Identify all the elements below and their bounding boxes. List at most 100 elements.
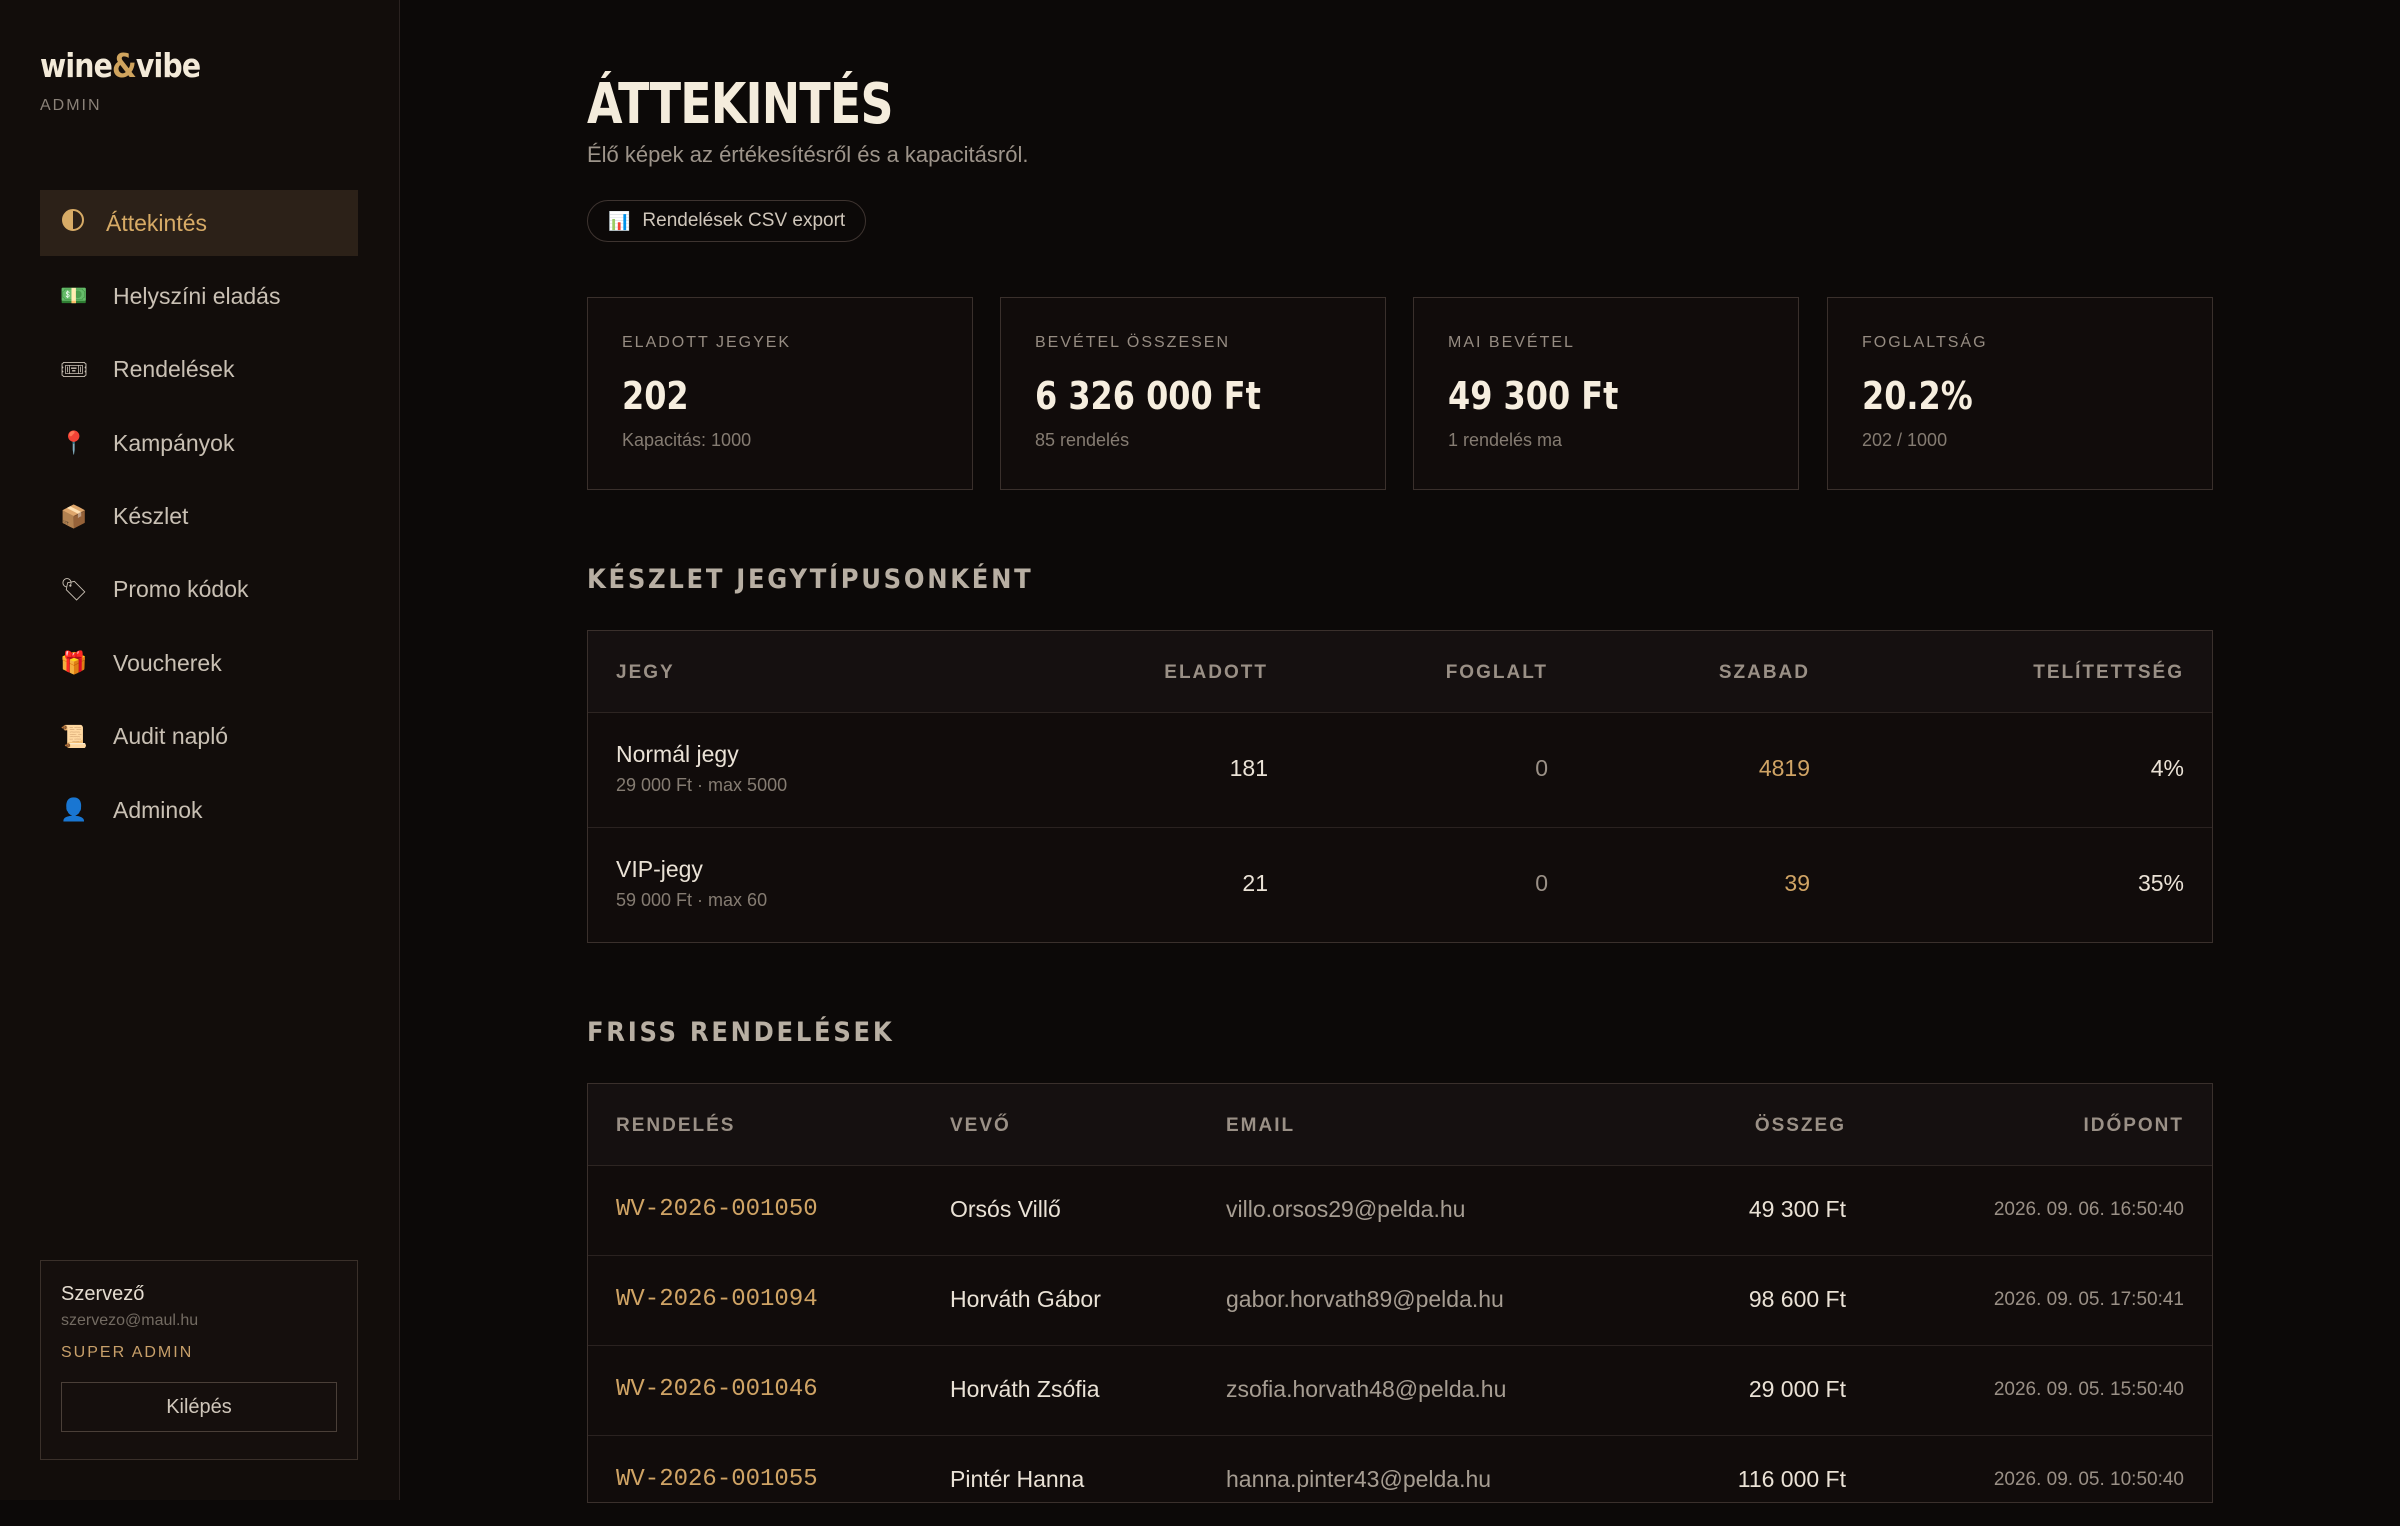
column-header-total: ÖSSZEG [1754, 1115, 1846, 1136]
order-total: 49 300 Ft [1748, 1196, 1846, 1222]
sidebar-item-keszlet[interactable]: 📦 Készlet [40, 484, 358, 550]
sidebar-item-kampanyok[interactable]: 📍 Kampányok [40, 410, 358, 476]
order-time: 2026. 09. 05. 17:50:41 [1993, 1289, 2184, 1310]
order-time: 2026. 09. 06. 16:50:40 [1993, 1199, 2184, 1220]
order-total: 98 600 Ft [1748, 1286, 1846, 1312]
kpi-value: 202 [622, 374, 689, 418]
ticket-detail: 29 000 Ft · max 5000 [616, 775, 788, 795]
cash-icon: 💵 [60, 283, 88, 309]
order-id-link[interactable]: WV-2026-001050 [616, 1196, 818, 1223]
user-email: szervezo@maul.hu [61, 1312, 199, 1329]
orders-section-title: FRISS RENDELÉSEK [587, 1017, 895, 1048]
buyer-email: zsofia.horvath48@pelda.hu [1226, 1376, 1507, 1402]
brand: wine&vibe ADMIN [40, 46, 226, 115]
sidebar-item-label: Audit napló [113, 723, 229, 750]
kpi-value: 49 300 Ft [1448, 374, 1619, 418]
pin-icon: 📍 [60, 430, 88, 456]
kpi-note: 1 rendelés ma [1448, 430, 1563, 450]
sidebar-item-helyszini-eladas[interactable]: 💵 Helyszíni eladás [40, 263, 358, 329]
order-time: 2026. 09. 05. 10:50:40 [1993, 1469, 2184, 1490]
gift-icon: 🎁 [60, 650, 88, 676]
ticket-name: Normál jegy [616, 741, 739, 767]
column-header-time: IDŐPONT [2083, 1115, 2184, 1136]
sold-count: 21 [1242, 870, 1268, 896]
order-total: 116 000 Ft [1737, 1466, 1846, 1492]
table-row[interactable]: Normál jegy 29 000 Ft · max 5000 181 0 4… [588, 713, 2212, 828]
table-row[interactable]: WV-2026-001094 Horváth Gábor gabor.horva… [588, 1256, 2212, 1346]
order-id-link[interactable]: WV-2026-001055 [616, 1466, 818, 1493]
sidebar-item-label: Áttekintés [106, 209, 207, 236]
buyer-email: gabor.horvath89@pelda.hu [1226, 1286, 1504, 1312]
kpi-value: 6 326 000 Ft [1035, 374, 1261, 418]
sold-count: 181 [1229, 755, 1268, 781]
column-header-buyer: VEVŐ [950, 1115, 1011, 1136]
column-header-fill: TELÍTETTSÉG [2033, 662, 2184, 683]
sidebar-item-promo-kodok[interactable]: 🏷 Promo kódok [40, 557, 358, 623]
column-header-sold: ELADOTT [1164, 662, 1268, 683]
free-count: 39 [1784, 870, 1810, 896]
kpi-card-sold-tickets: ELADOTT JEGYEK 202 Kapacitás: 1000 [587, 297, 973, 490]
order-id-link[interactable]: WV-2026-001094 [616, 1286, 818, 1313]
buyer-name: Orsós Villő [950, 1196, 1061, 1222]
kpi-card-today-revenue: MAI BEVÉTEL 49 300 Ft 1 rendelés ma [1413, 297, 1799, 490]
kpi-card-occupancy: FOGLALTSÁG 20.2% 202 / 1000 [1827, 297, 2213, 490]
stock-table: JEGY ELADOTT FOGLALT SZABAD TELÍTETTSÉG … [587, 630, 2213, 943]
buyer-email: villo.orsos29@pelda.hu [1226, 1196, 1466, 1222]
csv-export-button[interactable]: 📊 Rendelések CSV export [587, 200, 867, 242]
table-row[interactable]: VIP-jegy 59 000 Ft · max 60 21 0 39 35% [588, 828, 2212, 942]
sidebar-item-label: Rendelések [113, 356, 235, 383]
ticket-icon: 🎟 [60, 356, 88, 382]
table-row[interactable]: WV-2026-001046 Horváth Zsófia zsofia.hor… [588, 1346, 2212, 1436]
brand-logo[interactable]: wine&vibe [40, 46, 201, 85]
order-time: 2026. 09. 05. 15:50:40 [1993, 1379, 2184, 1400]
ticket-name: VIP-jegy [616, 856, 703, 882]
sidebar-item-label: Voucherek [113, 649, 222, 676]
page-title: ÁTTEKINTÉS [587, 72, 894, 137]
free-count: 4819 [1758, 755, 1810, 781]
kpi-card-total-revenue: BEVÉTEL ÖSSZESEN 6 326 000 Ft 85 rendelé… [1000, 297, 1386, 490]
sidebar-nav: Áttekintés 💵 Helyszíni eladás 🎟 Rendelés… [40, 190, 358, 851]
user-name: Szervező [61, 1283, 145, 1305]
sidebar-item-voucherek[interactable]: 🎁 Voucherek [40, 630, 358, 696]
user-role-badge: SUPER ADMIN [61, 1344, 194, 1361]
column-header-ticket: JEGY [616, 662, 675, 683]
table-row[interactable]: WV-2026-001055 Pintér Hanna hanna.pinter… [588, 1436, 2212, 1526]
chart-icon: 📊 [608, 210, 631, 231]
kpi-note: Kapacitás: 1000 [622, 430, 752, 450]
order-id-link[interactable]: WV-2026-001046 [616, 1376, 818, 1403]
buyer-name: Pintér Hanna [950, 1466, 1085, 1492]
sidebar-item-audit-naplo[interactable]: 📜 Audit napló [40, 704, 358, 770]
column-header-reserved: FOGLALT [1445, 662, 1548, 683]
column-header-order: RENDELÉS [616, 1115, 736, 1136]
sidebar-item-adminok[interactable]: 👤 Adminok [40, 777, 358, 843]
table-row[interactable]: WV-2026-001050 Orsós Villő villo.orsos29… [588, 1166, 2212, 1256]
fill-percent: 35% [2137, 870, 2184, 896]
reserved-count: 0 [1535, 755, 1548, 781]
sidebar-item-label: Promo kódok [113, 576, 249, 603]
kpi-note: 85 rendelés [1035, 430, 1130, 450]
order-total: 29 000 Ft [1748, 1376, 1846, 1402]
column-header-free: SZABAD [1718, 662, 1810, 683]
orders-table: RENDELÉS VEVŐ EMAIL ÖSSZEG IDŐPONT WV-20… [587, 1083, 2213, 1503]
kpi-label: MAI BEVÉTEL [1448, 334, 1575, 351]
kpi-label: FOGLALTSÁG [1862, 334, 1988, 351]
user-card: Szervező szervezo@maul.hu SUPER ADMIN Ki… [40, 1260, 358, 1460]
sidebar-item-label: Adminok [113, 796, 203, 823]
table-header: JEGY ELADOTT FOGLALT SZABAD TELÍTETTSÉG [588, 631, 2212, 713]
reserved-count: 0 [1535, 870, 1548, 896]
logout-button[interactable]: Kilépés [61, 1382, 337, 1432]
sidebar-item-label: Kampányok [113, 429, 235, 456]
sidebar-item-rendelesek[interactable]: 🎟 Rendelések [40, 337, 358, 403]
table-header: RENDELÉS VEVŐ EMAIL ÖSSZEG IDŐPONT [588, 1084, 2212, 1166]
fill-percent: 4% [2150, 755, 2184, 781]
csv-export-label: Rendelések CSV export [642, 210, 846, 231]
kpi-label: BEVÉTEL ÖSSZESEN [1035, 334, 1231, 351]
scroll-icon: 📜 [60, 723, 88, 749]
sidebar-item-label: Helyszíni eladás [113, 282, 281, 309]
ticket-detail: 59 000 Ft · max 60 [616, 890, 768, 910]
kpi-value: 20.2% [1862, 374, 1973, 418]
page-subtitle: Élő képek az értékesítésről és a kapacit… [587, 142, 1029, 167]
buyer-name: Horváth Gábor [950, 1286, 1101, 1312]
stock-section-title: KÉSZLET JEGYTÍPUSONKÉNT [587, 564, 1034, 595]
sidebar-item-attekintes[interactable]: Áttekintés [40, 190, 358, 256]
